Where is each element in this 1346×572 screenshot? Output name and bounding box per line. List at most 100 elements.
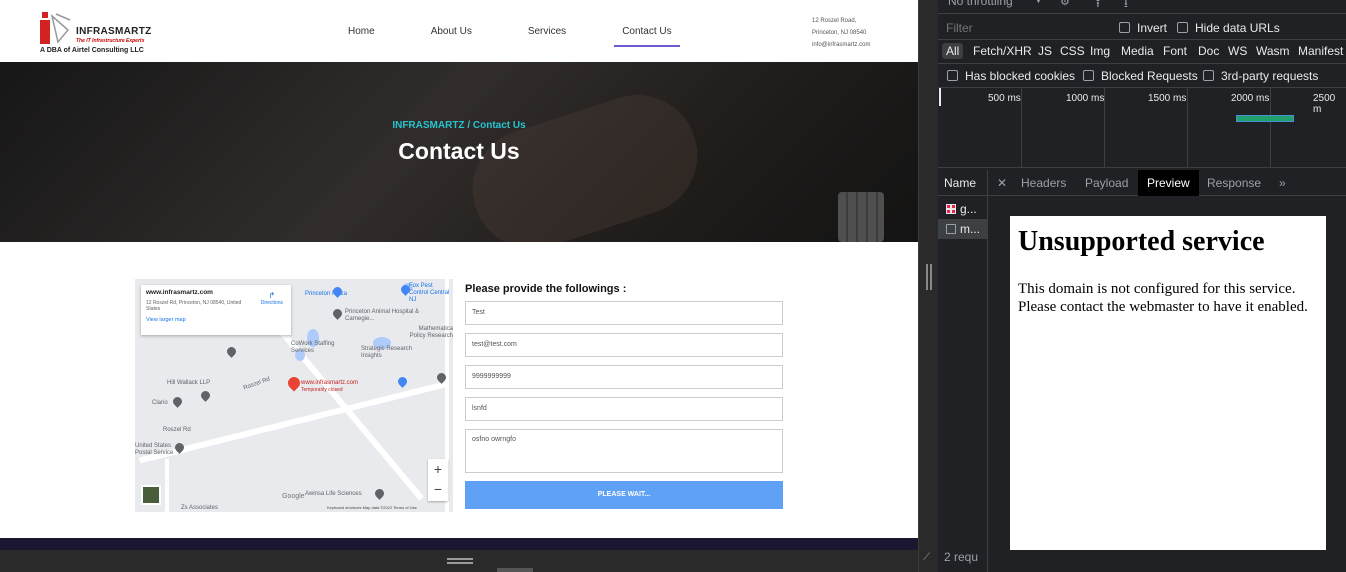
nav-about-us[interactable]: About Us: [423, 26, 480, 47]
map-pin-icon[interactable]: [199, 389, 212, 402]
map-pin-icon[interactable]: [171, 395, 184, 408]
submit-button[interactable]: PLEASE WAIT...: [465, 481, 783, 509]
map-label[interactable]: Princeton Animal Hospital & Carnegie...: [345, 309, 425, 323]
hero-banner: INFRASMARTZ / Contact Us Contact Us: [0, 62, 918, 242]
blocked-cookies-checkbox[interactable]: [947, 70, 958, 81]
header-address: 12 Roszel Road, Princeton, NJ 08540 info…: [812, 15, 870, 51]
network-overview-timeline[interactable]: 500 ms 1000 ms 1500 ms 2000 ms 2500 m: [938, 88, 1346, 168]
phone-field[interactable]: 9999999999: [465, 365, 783, 389]
map-label[interactable]: CoWork Staffing Services: [291, 341, 351, 355]
nav-services[interactable]: Services: [520, 26, 574, 47]
timeline-tick: 2000 ms: [1231, 93, 1270, 104]
logo-name: INFRASMARTZ: [76, 26, 152, 37]
message-field[interactable]: osfno owrngfo: [465, 429, 783, 473]
invert-label: Invert: [1137, 21, 1168, 35]
contact-form: Please provide the followings : Test tes…: [465, 283, 783, 509]
invert-checkbox[interactable]: [1119, 22, 1130, 33]
logo-dba: A DBA of Airtel Consulting LLC: [40, 47, 144, 54]
type-filter-fetch-xhr[interactable]: Fetch/XHR: [973, 44, 1032, 58]
logo-mark-icon: [40, 12, 71, 44]
type-filter-media[interactable]: Media: [1121, 44, 1154, 58]
throttling-value: No throttling: [948, 0, 1013, 8]
name-field[interactable]: Test: [465, 301, 783, 325]
request-row[interactable]: g...: [938, 199, 987, 219]
map-card-address: 12 Roszel Rd, Princeton, NJ 08540, Unite…: [146, 300, 242, 312]
request-name: g...: [960, 202, 977, 216]
address-email[interactable]: info@infrasmartz.com: [812, 39, 870, 51]
hide-data-urls-checkbox[interactable]: [1177, 22, 1188, 33]
location-pin-icon[interactable]: [285, 374, 303, 392]
request-row-selected[interactable]: m...: [938, 219, 987, 239]
nav-home[interactable]: Home: [340, 26, 383, 47]
zoom-in-button[interactable]: +: [428, 459, 448, 479]
timeline-tick: 1000 ms: [1066, 93, 1105, 104]
google-logo: Google: [282, 493, 305, 500]
map-label[interactable]: Mathematica Policy Research: [401, 326, 453, 340]
type-filter-js[interactable]: JS: [1038, 44, 1052, 58]
view-larger-map-link[interactable]: View larger map: [146, 317, 286, 323]
resize-corner-icon[interactable]: ⟋: [923, 552, 930, 563]
address-line: 12 Roszel Road,: [812, 18, 857, 24]
map-label[interactable]: Zs Associates: [181, 505, 218, 511]
split-grip-icon: [926, 264, 932, 290]
map-label[interactable]: Hill Wallack LLP: [167, 380, 210, 386]
timeline-tick: 500 ms: [988, 93, 1021, 104]
resize-grip-icon: [447, 558, 473, 564]
address-line: Princeton, NJ 08540: [812, 30, 867, 36]
satellite-toggle[interactable]: [141, 485, 161, 505]
subject-field[interactable]: lsnfd: [465, 397, 783, 421]
map-label[interactable]: Awinsa Life Sciences: [305, 491, 362, 497]
devtools-network-panel: No throttling ▼ ⚙ ⭱ ⭳ Invert Hide data U…: [938, 0, 1346, 572]
website-viewport: INFRASMARTZ The IT Infrastructure Expert…: [0, 0, 918, 550]
embedded-map[interactable]: www.infrasmartz.com 12 Roszel Rd, Prince…: [135, 279, 453, 512]
type-filter-img[interactable]: Img: [1090, 44, 1110, 58]
map-label[interactable]: Clario: [152, 400, 168, 406]
name-column-header[interactable]: Name: [938, 170, 987, 196]
directions-label: Directions: [260, 300, 283, 306]
directions-button[interactable]: ↱ Directions: [261, 291, 283, 306]
hide-data-urls-label: Hide data URLs: [1195, 21, 1280, 35]
tab-headers[interactable]: Headers: [1012, 170, 1075, 196]
throttling-select[interactable]: No throttling ▼ ⚙ ⭱ ⭳: [938, 0, 1346, 14]
type-filter-font[interactable]: Font: [1163, 44, 1187, 58]
error-icon: [946, 204, 956, 214]
type-filter-doc[interactable]: Doc: [1198, 44, 1219, 58]
tab-response[interactable]: Response: [1198, 170, 1270, 196]
response-preview: Unsupported service This domain is not c…: [1010, 216, 1326, 550]
road-label: Roszel Rd: [242, 376, 271, 392]
zoom-out-button[interactable]: −: [428, 479, 448, 499]
export-har-icon[interactable]: ⭳: [1124, 0, 1128, 14]
request-timing-bar: [1236, 115, 1294, 122]
devtools-split-handle[interactable]: ⟋: [918, 0, 938, 572]
import-har-icon[interactable]: ⭱: [1096, 0, 1100, 14]
third-party-checkbox[interactable]: [1203, 70, 1214, 81]
map-label[interactable]: Fox Pest Control Central NJ: [409, 283, 453, 304]
pin-label[interactable]: www.infrasmartz.com: [301, 380, 358, 386]
type-filter-ws[interactable]: WS: [1228, 44, 1247, 58]
type-filter-wasm[interactable]: Wasm: [1256, 44, 1290, 58]
map-pin-icon[interactable]: [396, 375, 409, 388]
site-logo[interactable]: INFRASMARTZ The IT Infrastructure Expert…: [38, 10, 168, 58]
blocked-cookies-label: Has blocked cookies: [965, 69, 1076, 83]
map-pin-icon[interactable]: [225, 345, 238, 358]
type-filter-css[interactable]: CSS: [1060, 44, 1085, 58]
email-field[interactable]: test@test.com: [465, 333, 783, 357]
map-footer[interactable]: Keyboard shortcuts Map data ©2022 Terms …: [327, 505, 417, 510]
filter-input[interactable]: [942, 18, 1104, 38]
nav-contact-us[interactable]: Contact Us: [614, 26, 680, 47]
type-filter-all[interactable]: All: [942, 43, 964, 59]
map-pin-icon[interactable]: [331, 307, 344, 320]
type-filter-manifest[interactable]: Manifest: [1298, 44, 1343, 58]
more-tabs-icon[interactable]: »: [1270, 170, 1295, 196]
site-footer: [0, 538, 918, 550]
map-label[interactable]: Strategic Research Insights: [361, 346, 421, 360]
filter-row: Invert Hide data URLs: [938, 16, 1346, 40]
tab-preview[interactable]: Preview: [1138, 170, 1199, 196]
network-conditions-icon[interactable]: ⚙: [1060, 0, 1070, 8]
blocked-requests-checkbox[interactable]: [1083, 70, 1094, 81]
detail-tabs: ✕ Headers Payload Preview Response »: [988, 170, 1346, 196]
chevron-down-icon: ▼: [1034, 0, 1043, 5]
tab-payload[interactable]: Payload: [1076, 170, 1137, 196]
map-pin-icon[interactable]: [373, 487, 386, 500]
horizontal-resize-bar[interactable]: [0, 550, 938, 572]
